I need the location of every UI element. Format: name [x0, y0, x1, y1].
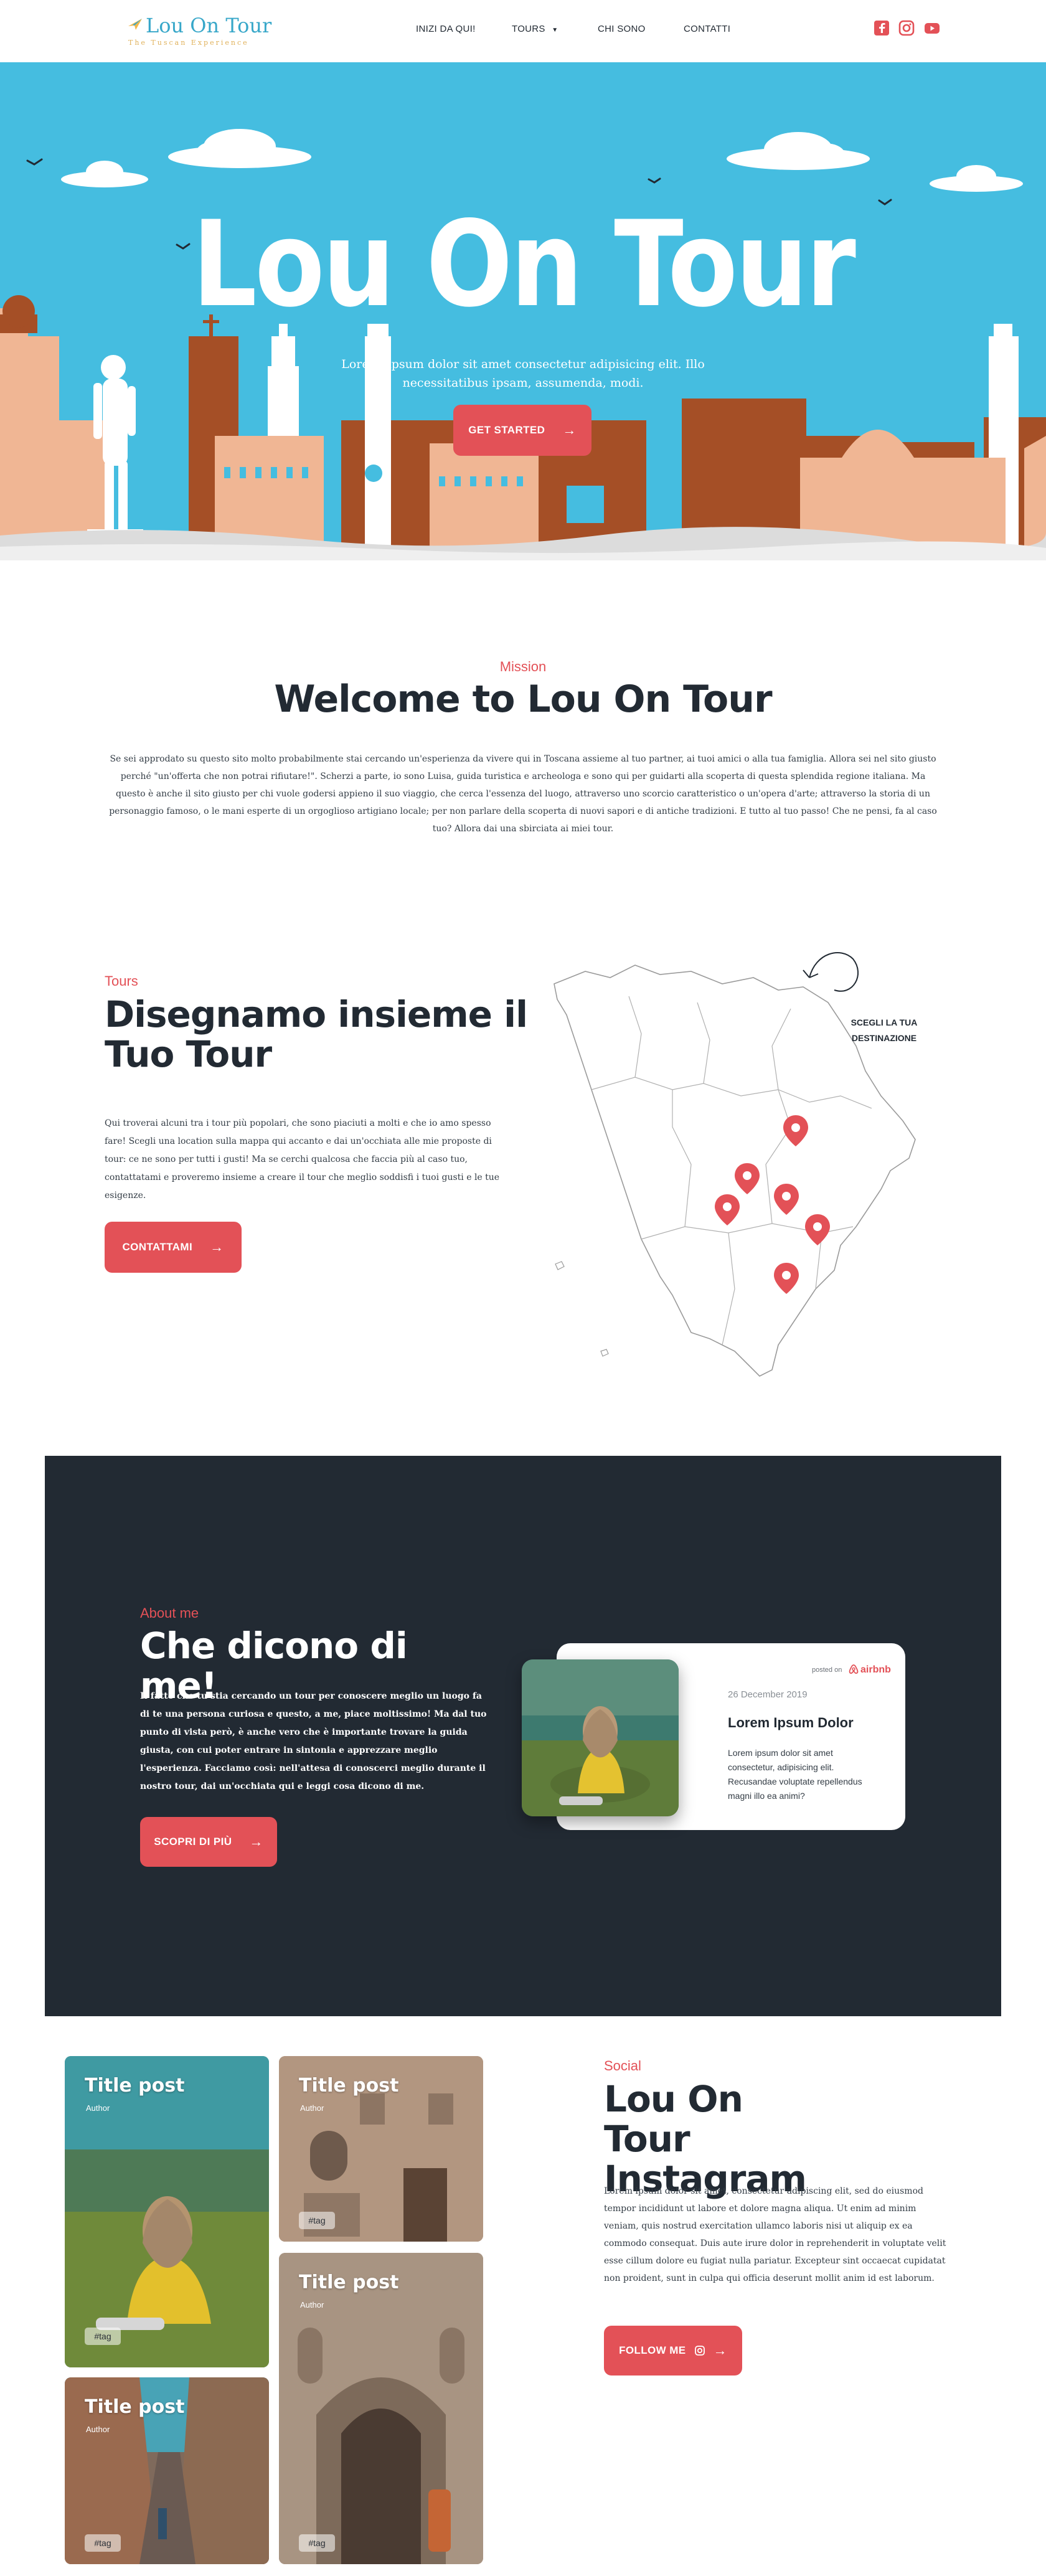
review-posted-on: posted on [812, 1666, 842, 1674]
post-tag[interactable]: #tag [299, 2212, 335, 2229]
hero-title: Lou On Tour [192, 196, 856, 333]
review-photo [522, 1659, 679, 1816]
instagram-icon [694, 2346, 705, 2356]
map-hint: SCEGLI LA TUA DESTINAZIONE [850, 1017, 918, 1043]
airbnb-icon [849, 1664, 859, 1674]
nav-item-inizi[interactable]: INIZI DA QUI! [416, 24, 476, 34]
review-title: Lorem Ipsum Dolor [728, 1715, 854, 1730]
arrow-right-icon: → [562, 422, 577, 438]
contattami-button[interactable]: CONTATTAMI → [105, 1222, 242, 1273]
nav-item-contatti[interactable]: CONTATTI [684, 24, 730, 34]
hero-section: Lou On Tour Lorem, ipsum dolor sit amet … [0, 62, 1046, 560]
mission-title: Welcome to Lou On Tour [274, 677, 772, 721]
tuscany-map[interactable] [542, 940, 953, 1407]
instagram-icon[interactable] [898, 20, 915, 36]
review-date: 26 December 2019 [728, 1689, 808, 1700]
woman-on-grass-photo [522, 1659, 679, 1816]
arrow-right-icon: → [210, 1239, 224, 1255]
chevron-down-icon: ▼ [552, 27, 558, 34]
post-author: Author [86, 2103, 110, 2113]
site-logo[interactable]: Lou On Tour The Tuscan Experience [125, 14, 271, 49]
instagram-post[interactable]: Title post Author #tag [65, 2377, 269, 2564]
post-title: Title post [299, 2272, 399, 2293]
site-header: Lou On Tour The Tuscan Experience INIZI … [0, 0, 1046, 62]
tours-eyebrow: Tours [105, 973, 138, 989]
instagram-eyebrow: Social [604, 2058, 641, 2074]
logo-text: Lou On Tour [146, 14, 272, 37]
mission-body: Se sei approdato su questo sito molto pr… [109, 754, 937, 834]
post-tag[interactable]: #tag [85, 2534, 121, 2552]
post-author: Author [300, 2103, 324, 2113]
review-platform: airbnb [860, 1664, 891, 1675]
follow-me-button[interactable]: FOLLOW ME → [604, 2326, 742, 2375]
instagram-post[interactable]: Title post Author #tag [279, 2253, 483, 2564]
scopri-label: SCOPRI DI PIÙ [154, 1836, 232, 1847]
youtube-icon[interactable] [924, 20, 940, 36]
about-body: Il fatto che tu stia cercando un tour pe… [140, 1691, 487, 1791]
post-title: Title post [299, 2075, 399, 2097]
post-photo [65, 2056, 269, 2367]
post-photo [279, 2253, 483, 2564]
instagram-post[interactable]: Title post Author #tag [279, 2056, 483, 2242]
post-title: Title post [85, 2396, 185, 2418]
post-tag[interactable]: #tag [299, 2534, 335, 2552]
contattami-label: CONTATTAMI [122, 1241, 193, 1253]
nav-item-tours-label: TOURS [512, 24, 545, 34]
instagram-title: Lou On Tour Instagram [604, 2078, 807, 2200]
arrow-right-icon: → [713, 2342, 727, 2358]
instagram-post[interactable]: Title post Author #tag [65, 2056, 269, 2367]
nav-item-tours[interactable]: TOURS ▼ [512, 24, 558, 34]
nav-item-chi-sono[interactable]: CHI SONO [598, 24, 646, 34]
facebook-icon[interactable] [874, 20, 890, 36]
about-eyebrow: About me [140, 1605, 199, 1621]
instagram-body: Lorem ipsum dolor sit amet, consectetur … [604, 2186, 946, 2283]
tours-body: Qui troverai alcuni tra i tour più popol… [105, 1118, 500, 1201]
get-started-label: GET STARTED [468, 424, 545, 436]
get-started-button[interactable]: GET STARTED → [453, 405, 591, 456]
post-title: Title post [85, 2075, 185, 2097]
post-author: Author [86, 2425, 110, 2434]
mission-eyebrow: Mission [499, 659, 547, 674]
scopri-button[interactable]: SCOPRI DI PIÙ → [140, 1817, 277, 1867]
about-section: About me Che dicono di me! Il fatto che … [45, 1456, 1001, 2016]
logo-mark-icon [128, 19, 142, 30]
post-tag[interactable]: #tag [85, 2328, 121, 2345]
review-text: Lorem ipsum dolor sit amet consectetur, … [728, 1748, 862, 1801]
tours-title: Disegnamo insieme il Tuo Tour [105, 993, 528, 1075]
arrow-right-icon: → [249, 1834, 263, 1849]
post-author: Author [300, 2300, 324, 2309]
follow-me-label: FOLLOW ME [619, 2344, 686, 2356]
logo-tagline: The Tuscan Experience [128, 39, 249, 47]
hero-subtitle: Lorem, ipsum dolor sit amet consectetur … [341, 357, 705, 390]
